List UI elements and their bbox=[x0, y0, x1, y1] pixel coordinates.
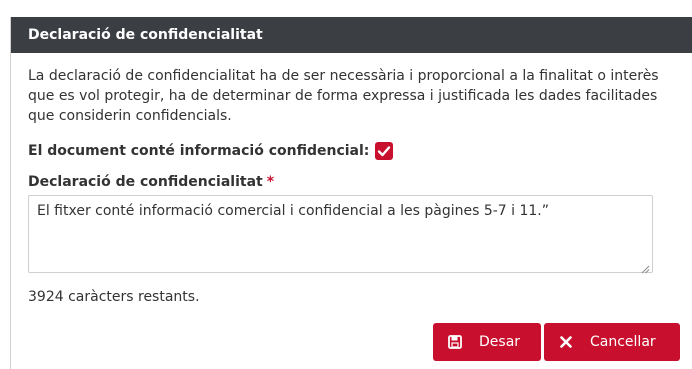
background-strip bbox=[0, 0, 692, 17]
floppy-disk-icon bbox=[447, 334, 463, 350]
confidential-checkbox[interactable] bbox=[375, 142, 394, 160]
declaration-textarea[interactable]: El fitxer conté informació comercial i c… bbox=[28, 195, 653, 273]
modal-actions: Desar Cancellar bbox=[433, 323, 680, 361]
save-button[interactable]: Desar bbox=[433, 323, 541, 361]
page: Declaració de confidencialitat La declar… bbox=[0, 0, 692, 369]
cancel-button-label: Cancellar bbox=[590, 334, 656, 350]
characters-remaining: 3924 caràcters restants. bbox=[28, 289, 200, 305]
modal-title: Declaració de confidencialitat bbox=[11, 17, 692, 53]
check-icon bbox=[378, 146, 391, 157]
cancel-button[interactable]: Cancellar bbox=[544, 323, 680, 361]
declaration-label-text: Declaració de confidencialitat bbox=[28, 174, 263, 190]
resize-grip-icon[interactable] bbox=[640, 264, 650, 274]
times-icon bbox=[558, 334, 574, 350]
required-marker: * bbox=[266, 174, 275, 190]
modal-body: La declaració de confidencialitat ha de … bbox=[11, 53, 692, 307]
confidential-check-row: El document conté informació confidencia… bbox=[28, 140, 675, 162]
intro-text: La declaració de confidencialitat ha de … bbox=[28, 68, 659, 124]
declaration-textarea-wrap: El fitxer conté informació comercial i c… bbox=[28, 192, 653, 277]
declaration-field-label: Declaració de confidencialitat * bbox=[28, 172, 675, 192]
save-button-label: Desar bbox=[479, 334, 521, 350]
confidentiality-modal: Declaració de confidencialitat La declar… bbox=[10, 17, 692, 369]
confidential-checkbox-label: El document conté informació confidencia… bbox=[28, 143, 370, 159]
